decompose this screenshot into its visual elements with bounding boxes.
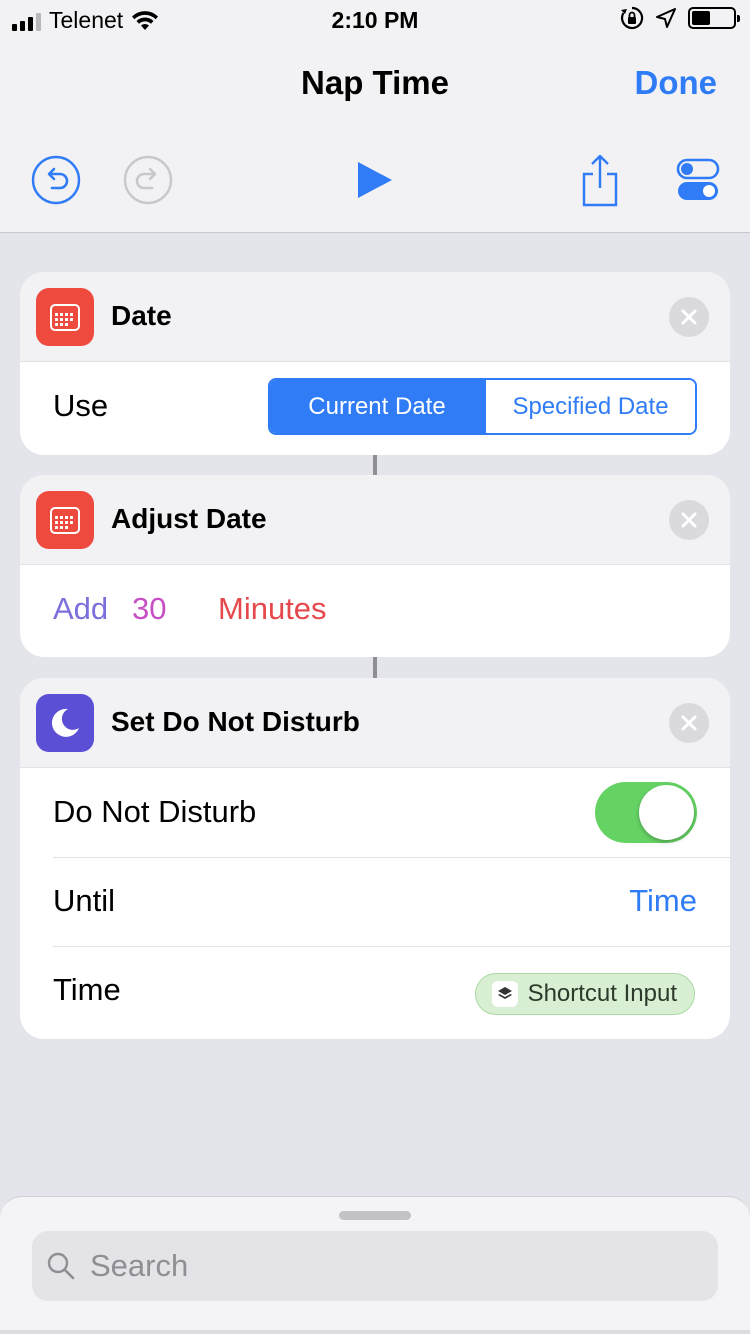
toggles-icon [676, 158, 720, 200]
redo-icon [123, 155, 173, 205]
sheet-grabber[interactable] [339, 1211, 411, 1220]
search-icon [47, 1252, 75, 1280]
close-icon [681, 309, 697, 325]
use-label: Use [53, 388, 109, 423]
share-button[interactable] [572, 152, 628, 208]
remove-action-button[interactable] [669, 297, 709, 337]
until-label: Until [53, 883, 116, 918]
adjust-date-action-card: Adjust Date Add 30 Minutes [20, 475, 730, 657]
time-label: Time [53, 972, 121, 1007]
actions-bottom-sheet: Search [0, 1196, 750, 1334]
dnd-label: Do Not Disturb [53, 794, 257, 829]
play-icon [358, 162, 392, 198]
calendar-icon [36, 491, 94, 549]
action-connector [373, 657, 377, 678]
calendar-icon [36, 288, 94, 346]
status-bar: Telenet 2:10 PM [0, 0, 750, 40]
adjust-date-action-header: Adjust Date [20, 475, 730, 565]
action-title: Set Do Not Disturb [111, 706, 360, 737]
undo-icon [31, 155, 81, 205]
dnd-toggle-row: Do Not Disturb [20, 768, 730, 857]
adjust-row: Add 30 Minutes [20, 565, 730, 654]
set-do-not-disturb-action-card: Set Do Not Disturb Do Not Disturb Until … [20, 678, 730, 1039]
close-icon [681, 512, 697, 528]
share-icon [582, 154, 618, 207]
use-row: Use Current Date Specified Date [20, 362, 730, 451]
amount-parameter[interactable]: 30 [132, 591, 166, 627]
undo-button[interactable] [28, 152, 84, 208]
remove-action-button[interactable] [669, 703, 709, 743]
dnd-action-header: Set Do Not Disturb [20, 678, 730, 768]
shortcuts-layers-icon [491, 981, 518, 1007]
shortcut-input-token[interactable]: Shortcut Input [474, 973, 695, 1015]
battery-icon [688, 7, 740, 29]
token-label: Shortcut Input [527, 980, 677, 1007]
status-right [620, 6, 740, 30]
date-action-header: Date [20, 272, 730, 362]
orientation-lock-icon [620, 6, 644, 30]
top-bar: Telenet 2:10 PM Nap Time Done [0, 0, 750, 233]
sheet-bottom-edge [0, 1330, 750, 1334]
until-value[interactable]: Time [629, 883, 697, 919]
moon-icon [36, 694, 94, 752]
unit-parameter[interactable]: Minutes [218, 591, 327, 627]
operation-parameter[interactable]: Add [53, 591, 108, 627]
close-icon [681, 715, 697, 731]
until-row: Until Time [20, 857, 730, 946]
action-title: Date [111, 300, 172, 331]
date-source-segmented-control: Current Date Specified Date [268, 378, 697, 435]
date-action-card: Date Use Current Date Specified Date [20, 272, 730, 455]
redo-button[interactable] [120, 152, 176, 208]
settings-toggles-button[interactable] [670, 152, 726, 208]
run-button[interactable] [347, 152, 403, 208]
specified-date-segment[interactable]: Specified Date [484, 380, 695, 433]
remove-action-button[interactable] [669, 500, 709, 540]
action-connector [373, 455, 377, 475]
action-title: Adjust Date [111, 503, 267, 534]
time-row: Time Shortcut Input [20, 946, 730, 1035]
search-placeholder: Search [90, 1248, 189, 1283]
dnd-toggle[interactable] [595, 782, 697, 843]
current-date-segment[interactable]: Current Date [270, 380, 484, 433]
location-icon [656, 8, 676, 28]
search-field[interactable]: Search [32, 1231, 718, 1301]
done-button[interactable]: Done [635, 64, 718, 102]
toggle-knob [639, 785, 694, 840]
